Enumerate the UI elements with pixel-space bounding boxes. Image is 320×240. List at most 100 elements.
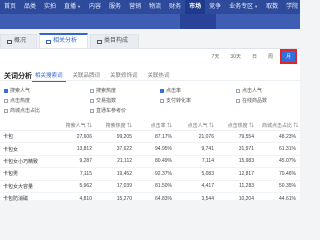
checkbox[interactable] — [236, 98, 240, 103]
chart-icon — [46, 39, 52, 44]
table-row[interactable]: 卡包女 13,812 37,622 94.95% 9,741 31,971 61.31% — [0, 142, 300, 156]
metric-option[interactable]: 搜索人气 — [4, 87, 30, 94]
value-cell: 4,417 — [176, 180, 218, 193]
top-nav-item[interactable]: 直播 ▼ — [60, 0, 85, 14]
top-nav-label: 品类 — [24, 4, 37, 10]
value-cell: 7,114 — [176, 155, 218, 169]
period-week-button[interactable]: 周 — [265, 51, 276, 62]
sub-nav-item[interactable] — [36, 14, 72, 29]
column-header[interactable]: 商城点击占比 ⇅ — [258, 120, 300, 131]
option-label: 在线商品数 — [242, 98, 268, 104]
top-nav-label: 竞争 — [209, 4, 222, 10]
top-nav-label: 服务 — [109, 4, 122, 10]
top-nav-item[interactable]: 财务 — [165, 0, 185, 14]
period-day-button[interactable]: 日 — [249, 51, 260, 62]
metric-option[interactable]: 支付转化率 — [160, 97, 191, 104]
top-nav-item[interactable]: 品类 — [20, 0, 40, 14]
top-nav-label: 实拍 — [44, 4, 57, 10]
checkbox[interactable] — [90, 98, 94, 103]
value-cell: 3,544 — [176, 192, 218, 206]
metric-option[interactable]: 交易指数 — [90, 97, 116, 104]
value-cell: 99,205 — [96, 130, 136, 144]
column-header[interactable]: 点击人气 ⇅ — [176, 120, 218, 131]
table-row[interactable]: 卡包女大容量 5,962 17,039 81.50% 4,417 11,283 50.35% — [0, 180, 300, 193]
table-row[interactable]: 卡包防消磁 4,810 15,270 64.83% 3,544 10,204 44.61% — [0, 192, 300, 206]
option-label: 点击率 — [166, 88, 182, 94]
top-nav-label: 内容 — [89, 4, 102, 10]
tab-0[interactable]: 概况 — [0, 34, 38, 48]
value-cell: 7,115 — [54, 167, 96, 181]
value-cell: 21,076 — [176, 130, 218, 144]
chart-icon — [7, 39, 12, 44]
checkbox[interactable] — [90, 88, 94, 93]
value-cell: 4,810 — [54, 192, 96, 206]
top-nav-item[interactable]: 学院 — [282, 0, 302, 14]
column-header[interactable]: 搜索人气 ⇅ — [54, 120, 96, 131]
checkbox[interactable] — [4, 98, 8, 103]
option-row: 商城点击占比 直通车参考价 — [0, 107, 300, 116]
sub-nav-item[interactable] — [216, 14, 252, 29]
value-cell: 92.37% — [136, 167, 176, 181]
metric-option[interactable]: 商城点击占比 — [4, 107, 40, 114]
top-nav-item[interactable]: 业务专区 ▼ — [225, 0, 262, 14]
value-cell: 15,983 — [218, 155, 258, 169]
sub-nav-item[interactable] — [252, 14, 288, 29]
option-label: 点击热度 — [10, 98, 31, 104]
top-nav-label: 取数 — [266, 4, 279, 10]
sub-nav-item[interactable] — [180, 14, 216, 29]
sub-nav-item[interactable] — [108, 14, 144, 29]
metric-option[interactable]: 直通车参考价 — [90, 107, 126, 114]
option-label: 交易指数 — [96, 98, 117, 104]
value-cell: 48.23% — [258, 130, 300, 144]
top-nav-label: 首页 — [4, 4, 17, 10]
checkbox[interactable] — [4, 108, 8, 113]
checkbox[interactable] — [4, 88, 8, 93]
metric-option[interactable]: 点击热度 — [4, 97, 30, 104]
checkbox[interactable] — [236, 88, 240, 93]
column-header[interactable]: 点击率 ⇅ — [136, 120, 176, 131]
value-cell: 81.50% — [136, 180, 176, 193]
keyword-cell: 卡包女 — [0, 142, 54, 156]
top-nav-item[interactable]: 营销 — [125, 0, 145, 14]
period-7d-button[interactable]: 7天 — [209, 51, 223, 62]
metric-option[interactable]: 点击人气 — [236, 87, 262, 94]
top-nav-item[interactable]: 首页 — [0, 0, 20, 14]
metric-option[interactable]: 在线商品数 — [236, 97, 267, 104]
column-header[interactable]: 点击热度 ⇅ — [218, 120, 258, 131]
top-nav-label: 业务专区 — [229, 4, 254, 10]
top-nav-item[interactable]: 物流 — [145, 0, 165, 14]
sub-nav-item[interactable] — [0, 14, 36, 29]
top-nav-item[interactable]: 竞争 — [205, 0, 225, 14]
top-nav-item[interactable]: 市场 — [185, 0, 206, 14]
metric-option[interactable]: 搜索热度 — [90, 87, 116, 94]
value-cell: 10,204 — [218, 192, 258, 206]
sub-nav-item[interactable] — [144, 14, 180, 29]
value-cell: 61.31% — [258, 142, 300, 156]
metric-option[interactable]: 点击率 — [160, 87, 181, 94]
column-header[interactable]: 搜索热度 ⇅ — [96, 120, 136, 131]
table-row[interactable]: 卡包男 7,115 19,452 92.37% 5,083 12,817 70.46% — [0, 167, 300, 181]
top-nav-item[interactable]: 服务 — [105, 0, 125, 14]
top-nav-item[interactable]: 取数 — [262, 0, 282, 14]
value-cell: 64.83% — [136, 192, 176, 206]
top-nav: 首页 品类 实拍 直播 ▼ 内容 服务 营销 物流 财务 市场 竞争 业务专区 ▼ 取数 学院 — [0, 0, 300, 14]
value-cell: 79,554 — [218, 130, 258, 144]
checkbox[interactable] — [160, 98, 164, 103]
value-cell: 15,270 — [96, 192, 136, 206]
table-row[interactable]: 卡包 27,606 99,205 87.17% 21,076 79,554 48.23% — [0, 130, 300, 144]
table-row[interactable]: 卡包女小巧精致 9,287 21,112 80.49% 7,114 15,983 45.07… — [0, 155, 300, 169]
tab-2[interactable]: 类目构成 — [90, 34, 140, 48]
checkbox[interactable] — [160, 88, 164, 93]
value-cell: 9,741 — [176, 142, 218, 156]
checkbox[interactable] — [90, 108, 94, 113]
sub-nav-item[interactable] — [72, 14, 108, 29]
period-month-button[interactable]: 月 — [279, 49, 298, 64]
keyword-cell: 卡包 — [0, 130, 54, 144]
tab-1[interactable]: 相关分析 — [39, 33, 89, 48]
top-nav-item[interactable]: 内容 — [85, 0, 105, 14]
period-30d-button[interactable]: 30天 — [227, 51, 244, 62]
option-label: 点击人气 — [242, 88, 263, 94]
option-label: 搜索人气 — [10, 88, 31, 94]
top-nav-item[interactable]: 实拍 — [40, 0, 60, 14]
value-cell: 9,287 — [54, 155, 96, 169]
